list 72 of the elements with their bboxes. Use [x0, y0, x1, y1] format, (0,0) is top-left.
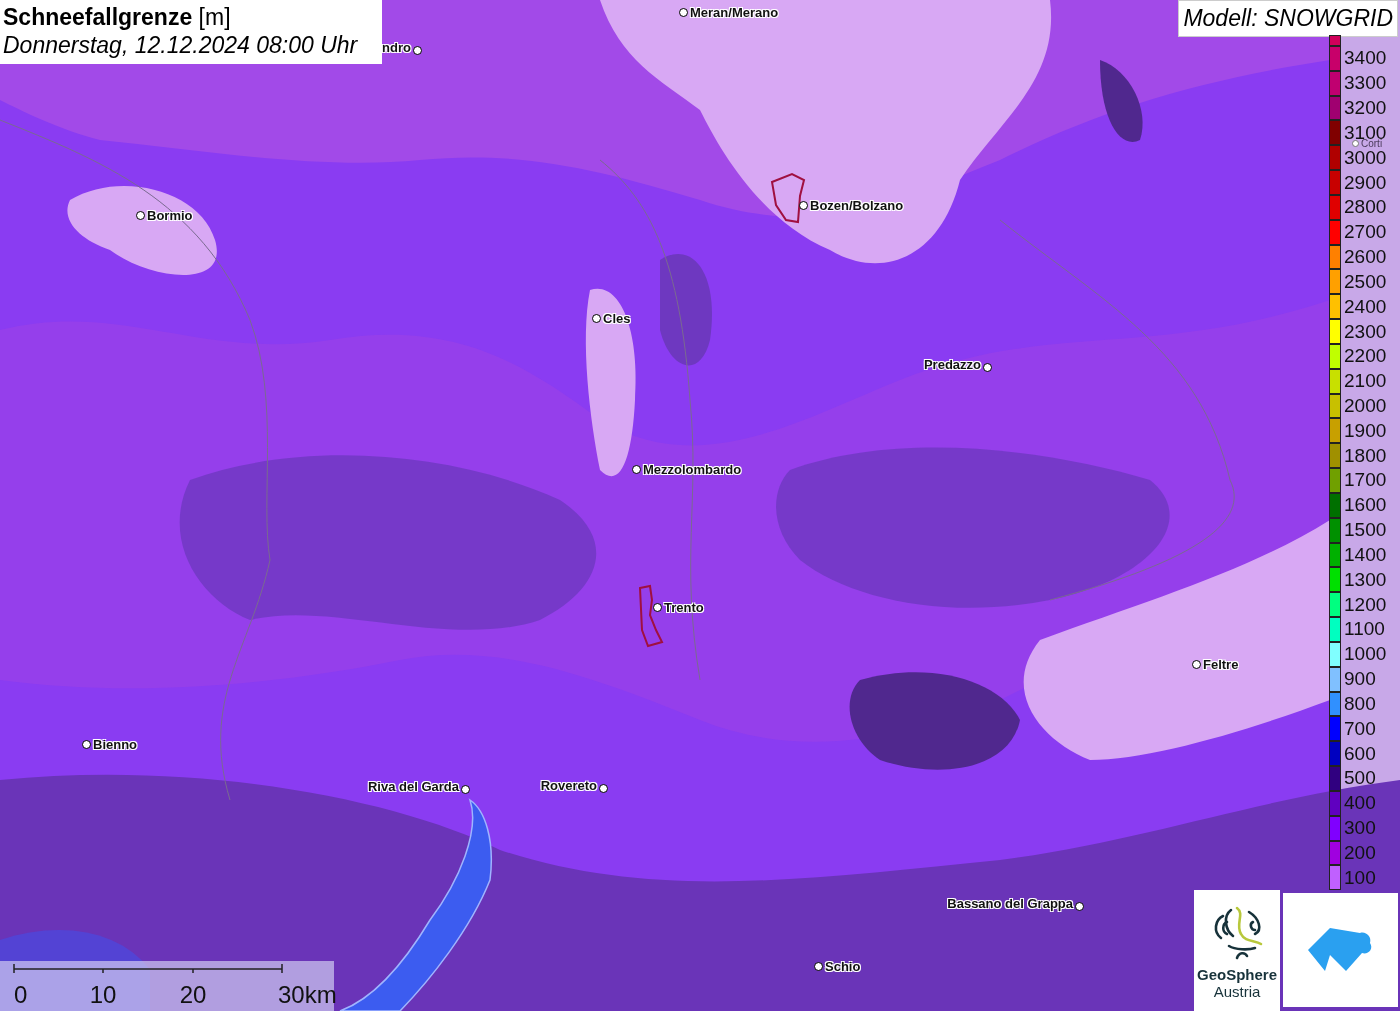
legend-label: 2100	[1344, 371, 1387, 392]
place-label: Riva del Garda	[367, 778, 459, 794]
legend-label: 600	[1344, 743, 1376, 764]
model-label: Modell: SNOWGRID	[1178, 0, 1398, 37]
legend-label: 2000	[1344, 396, 1387, 416]
legend-label: 200	[1344, 842, 1376, 863]
legend-label: 100	[1344, 867, 1376, 888]
map-date: Donnerstag, 12.12.2024 08:00 Uhr	[3, 31, 359, 59]
legend-label: 1000	[1344, 644, 1387, 665]
city-marker-icon	[653, 602, 662, 612]
legend-label: 800	[1344, 693, 1376, 714]
legend-label: 1700	[1344, 470, 1387, 491]
city-marker-icon	[1352, 139, 1359, 147]
place-label: Schio	[825, 958, 861, 974]
place-label: Bassano del Grappa	[947, 895, 1073, 911]
city-marker-icon	[983, 363, 992, 372]
legend-label: 1800	[1344, 445, 1387, 466]
legend-label: 1100	[1344, 619, 1385, 640]
legend-label: 3400	[1344, 48, 1387, 69]
legend-label: 2500	[1344, 271, 1387, 292]
legend-label: 2800	[1344, 197, 1387, 218]
legend-label: 3200	[1344, 98, 1387, 119]
city-marker-icon	[679, 7, 688, 17]
legend-label: 1400	[1344, 544, 1387, 565]
city-marker-icon	[632, 464, 641, 474]
legend-label: 400	[1344, 793, 1376, 814]
legend-label: 3300	[1344, 73, 1387, 94]
legend-label: 2900	[1344, 172, 1387, 193]
place-label: Bormio	[147, 207, 193, 223]
city-marker-icon	[1075, 902, 1084, 911]
legend-label: 2600	[1344, 247, 1387, 268]
city-marker-icon	[413, 46, 422, 55]
city-marker-icon	[136, 210, 145, 220]
scale-label: 20	[179, 981, 207, 1009]
logo-subtitle: Austria	[1213, 983, 1261, 1000]
city-marker-icon	[82, 739, 91, 749]
city-marker-icon	[799, 200, 808, 210]
place-label: Bozen/Bolzano	[810, 197, 904, 213]
city-marker-icon	[814, 961, 823, 971]
city-marker-icon	[461, 785, 470, 794]
legend-label: 3000	[1344, 147, 1387, 168]
scale-label: 30km	[278, 981, 337, 1009]
legend-label: 2200	[1344, 346, 1387, 367]
legend-label: 2300	[1344, 321, 1387, 342]
place-label: Mezzolombardo	[643, 461, 742, 477]
city-marker-icon	[592, 313, 601, 323]
place-label: Trento	[664, 599, 704, 615]
map-title: Schneefallgrenze [m]	[3, 3, 232, 31]
legend-label: 1900	[1344, 420, 1387, 441]
roof-cloud-icon	[1307, 927, 1374, 973]
place-label: Bienno	[93, 736, 138, 752]
legend-label: 300	[1344, 818, 1376, 839]
scale-label: 0	[14, 981, 28, 1009]
legend-label: 1200	[1344, 594, 1387, 615]
legend-label: 2700	[1344, 222, 1387, 243]
legend-label: 2400	[1344, 296, 1387, 317]
city-marker-icon	[1192, 659, 1201, 669]
scale-label: 10	[89, 981, 117, 1009]
place-label: Cles	[603, 310, 631, 326]
legend-label: 900	[1344, 669, 1376, 690]
legend-label: 500	[1344, 768, 1376, 789]
logo-name: GeoSphere	[1197, 966, 1277, 983]
place-label: Predazzo	[923, 356, 981, 372]
legend-label: 1600	[1344, 495, 1387, 516]
place-label: Feltre	[1203, 656, 1239, 672]
legend-label: 1500	[1344, 520, 1387, 541]
place-label: Rovereto	[540, 777, 597, 793]
legend-label: 700	[1344, 718, 1376, 739]
city-marker-icon	[599, 784, 608, 793]
legend-label: 1300	[1344, 569, 1387, 590]
place-label: ndro	[382, 39, 411, 55]
place-label: Meran/Merano	[690, 4, 779, 20]
